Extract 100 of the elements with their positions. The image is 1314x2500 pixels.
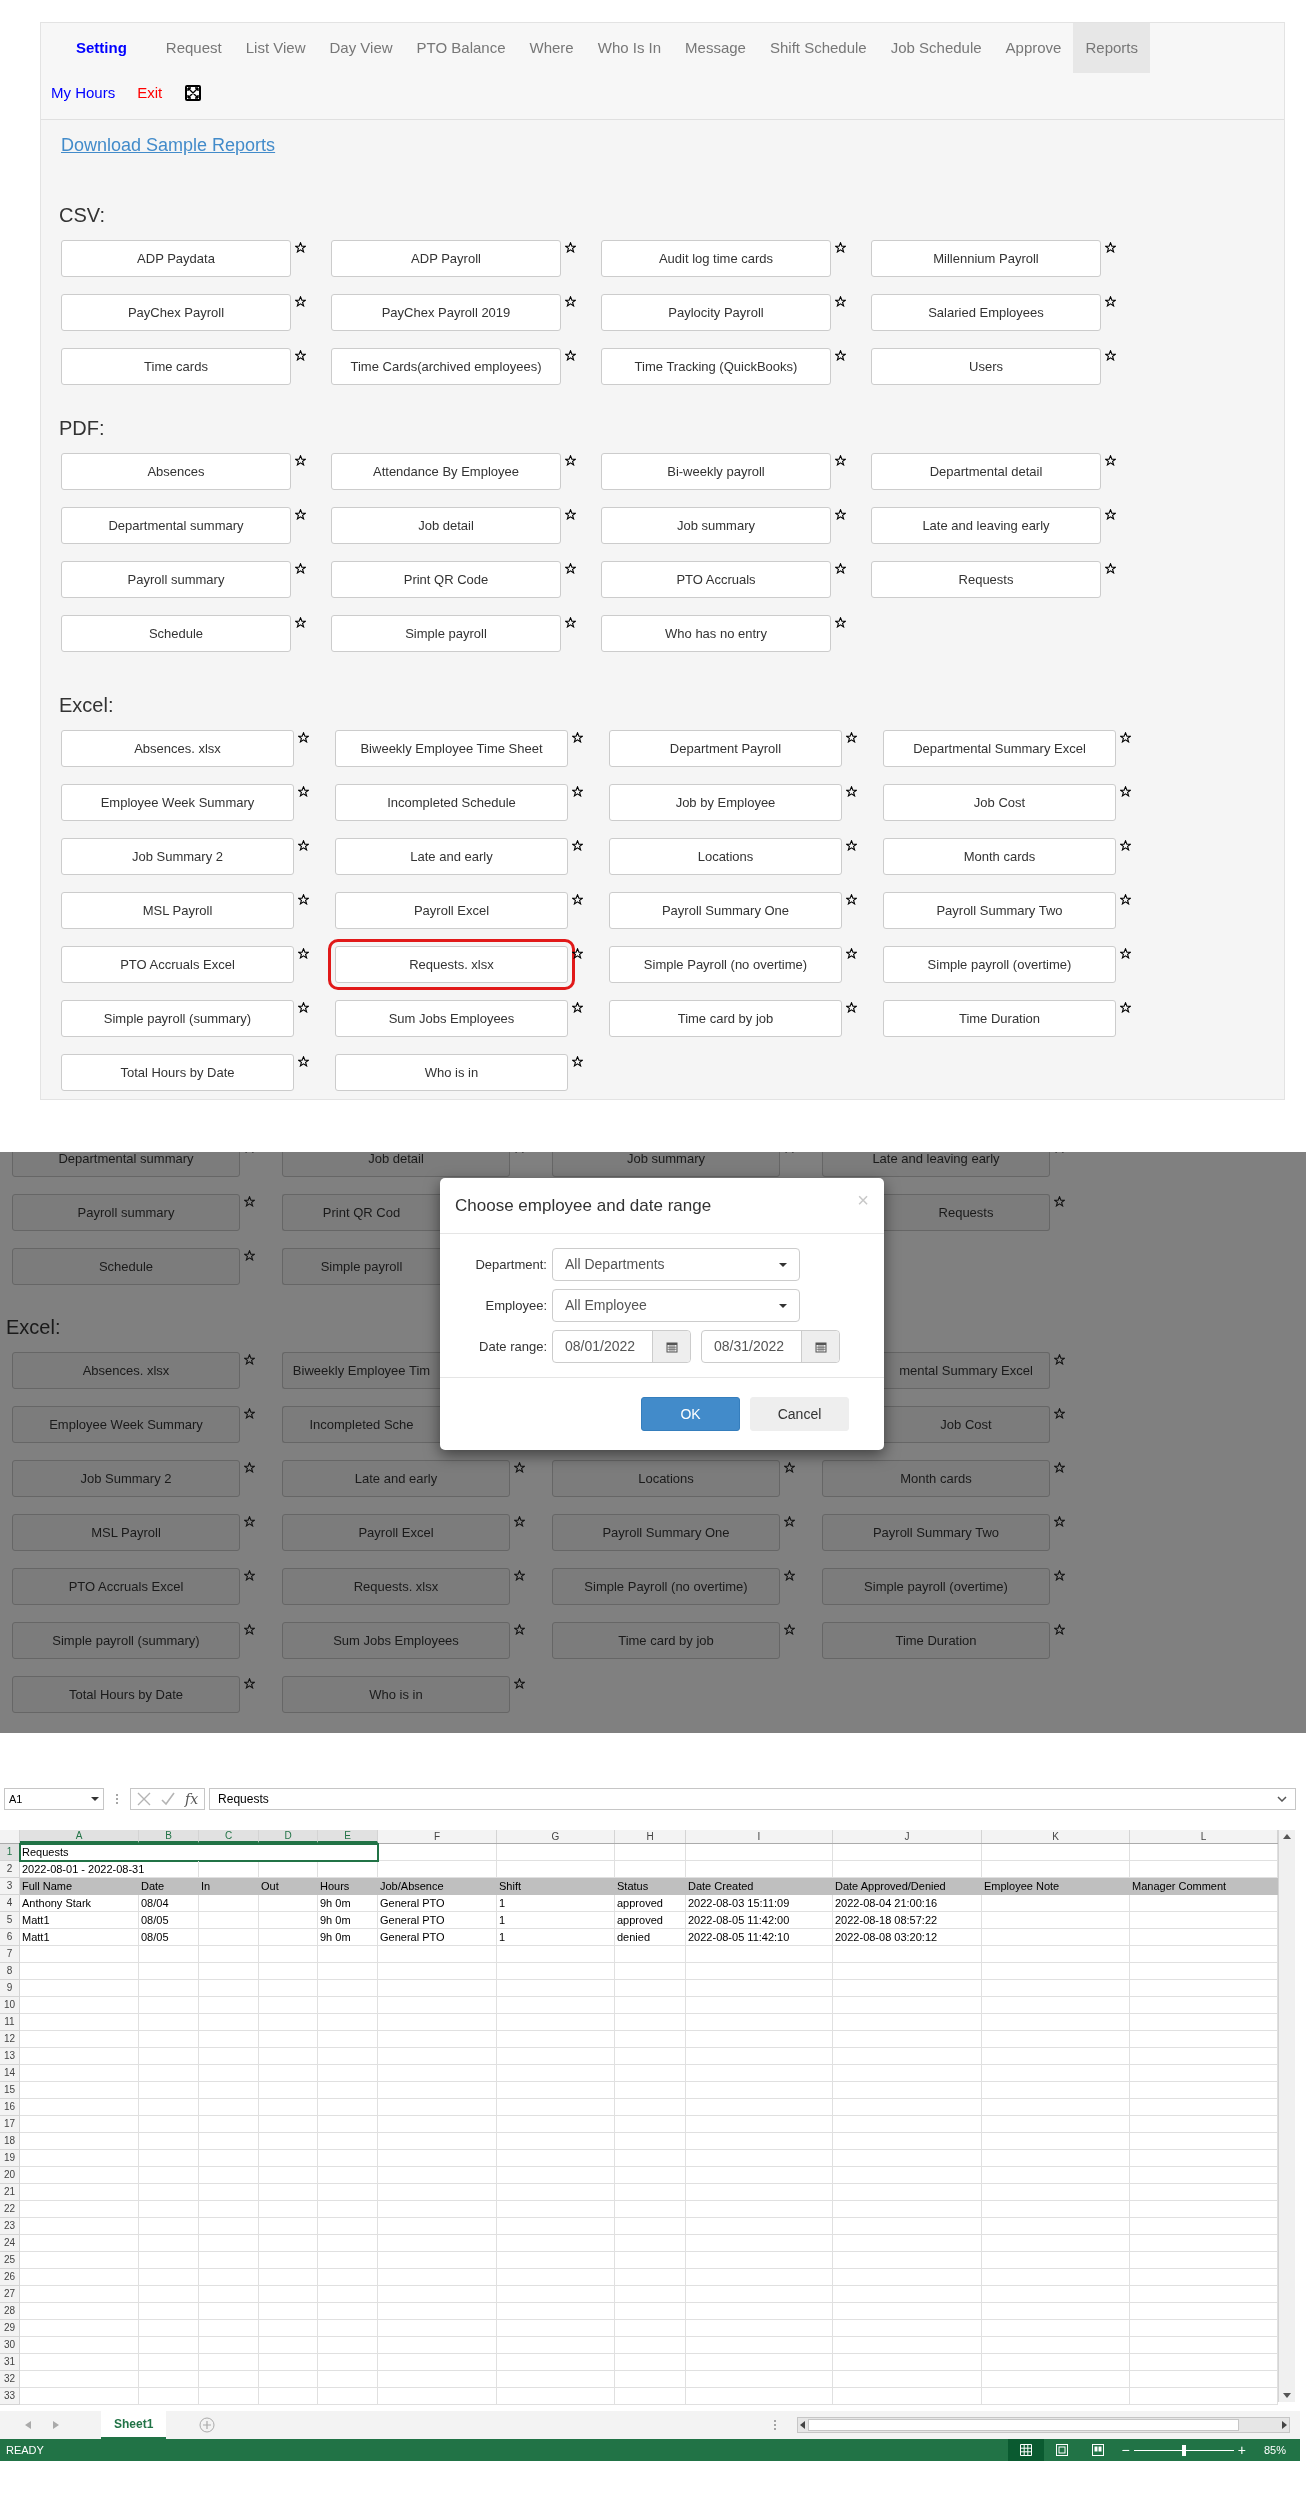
table-cell[interactable] <box>686 2099 833 2116</box>
table-cell[interactable]: 2022-08-18 08:57:22 <box>833 1912 982 1929</box>
table-cell[interactable] <box>615 2031 686 2048</box>
nav-tab[interactable]: Approve <box>993 23 1074 73</box>
column-header[interactable]: G <box>497 1830 615 1843</box>
report-button[interactable]: Payroll Excel <box>282 1514 510 1551</box>
table-cell[interactable] <box>378 2354 497 2371</box>
table-cell[interactable] <box>982 2269 1130 2286</box>
table-cell[interactable] <box>497 1980 615 1997</box>
table-cell[interactable] <box>615 2082 686 2099</box>
table-cell[interactable] <box>833 2184 982 2201</box>
table-cell[interactable] <box>497 2235 615 2252</box>
table-cell[interactable] <box>139 2167 199 2184</box>
table-cell[interactable] <box>20 2252 139 2269</box>
table-cell[interactable] <box>139 2150 199 2167</box>
table-cell[interactable] <box>1130 1912 1278 1929</box>
table-cell[interactable] <box>615 2388 686 2405</box>
table-cell[interactable] <box>318 1980 378 1997</box>
report-button[interactable]: Biweekly Employee Tim <box>282 1352 440 1389</box>
report-button[interactable]: Simple payroll (overtime) <box>822 1568 1050 1605</box>
table-cell[interactable] <box>1130 2167 1278 2184</box>
report-button[interactable]: Job summary <box>601 507 831 544</box>
table-cell[interactable] <box>139 2218 199 2235</box>
table-cell[interactable] <box>982 2082 1130 2099</box>
table-cell[interactable] <box>833 2201 982 2218</box>
row-header[interactable]: 13 <box>0 2048 20 2065</box>
table-cell[interactable] <box>686 2065 833 2082</box>
table-cell[interactable] <box>1130 2269 1278 2286</box>
table-cell[interactable] <box>1130 2014 1278 2031</box>
report-button[interactable]: Payroll summary <box>12 1194 240 1231</box>
table-cell[interactable] <box>1130 2371 1278 2388</box>
table-cell[interactable] <box>20 2167 139 2184</box>
table-cell[interactable] <box>615 1997 686 2014</box>
table-cell[interactable] <box>615 1980 686 1997</box>
table-cell[interactable] <box>982 2048 1130 2065</box>
table-cell[interactable] <box>1130 2065 1278 2082</box>
table-cell[interactable] <box>686 2320 833 2337</box>
report-button[interactable]: Payroll Excel <box>335 892 568 929</box>
table-cell[interactable] <box>20 2065 139 2082</box>
table-cell[interactable] <box>982 2065 1130 2082</box>
table-cell[interactable] <box>615 2337 686 2354</box>
table-cell[interactable] <box>982 2235 1130 2252</box>
report-button[interactable]: Absences. xlsx <box>12 1352 240 1389</box>
column-heading-cell[interactable]: Hours <box>318 1878 378 1895</box>
table-cell[interactable] <box>1130 1946 1278 1963</box>
table-cell[interactable] <box>139 2388 199 2405</box>
table-cell[interactable] <box>833 2082 982 2099</box>
table-cell[interactable] <box>20 2388 139 2405</box>
table-cell[interactable] <box>497 2167 615 2184</box>
table-cell[interactable] <box>378 2048 497 2065</box>
table-cell[interactable] <box>378 2320 497 2337</box>
row-header[interactable]: 7 <box>0 1946 20 1963</box>
table-cell[interactable] <box>833 2133 982 2150</box>
row-header[interactable]: 10 <box>0 1997 20 2014</box>
report-button[interactable]: Late and early <box>335 838 568 875</box>
row-header[interactable]: 31 <box>0 2354 20 2371</box>
report-button[interactable]: Audit log time cards <box>601 240 831 277</box>
table-cell[interactable]: 2022-08-08 03:20:12 <box>833 1929 982 1946</box>
table-cell[interactable] <box>833 1844 982 1861</box>
function-button[interactable]: fx <box>185 1788 199 1810</box>
column-heading-cell[interactable]: Shift <box>497 1878 615 1895</box>
table-cell[interactable] <box>20 2048 139 2065</box>
report-button[interactable]: Simple payroll (summary) <box>61 1000 294 1037</box>
table-cell[interactable] <box>615 2252 686 2269</box>
table-cell[interactable] <box>1130 2082 1278 2099</box>
table-cell[interactable] <box>259 1929 318 1946</box>
table-cell[interactable]: 08/04 <box>139 1895 199 1912</box>
nav-tab[interactable]: Who Is In <box>585 23 674 73</box>
table-cell[interactable] <box>1130 1844 1278 1861</box>
table-cell[interactable] <box>20 1997 139 2014</box>
table-cell[interactable] <box>615 2201 686 2218</box>
table-cell[interactable] <box>615 2235 686 2252</box>
report-button[interactable]: Payroll Summary One <box>609 892 842 929</box>
report-button[interactable]: Job detail <box>331 507 561 544</box>
report-button[interactable]: Sum Jobs Employees <box>282 1622 510 1659</box>
report-button[interactable]: Total Hours by Date <box>61 1054 294 1091</box>
table-cell[interactable] <box>378 2286 497 2303</box>
table-cell[interactable] <box>139 2116 199 2133</box>
table-cell[interactable] <box>20 2354 139 2371</box>
table-cell[interactable] <box>615 2150 686 2167</box>
table-cell[interactable] <box>1130 2337 1278 2354</box>
table-cell[interactable] <box>497 2354 615 2371</box>
sheet-tab[interactable]: Sheet1 <box>101 2411 167 2439</box>
row-header[interactable]: 25 <box>0 2252 20 2269</box>
table-cell[interactable] <box>139 2014 199 2031</box>
table-cell[interactable] <box>199 2371 259 2388</box>
report-button[interactable]: Late and early <box>282 1460 510 1497</box>
name-box[interactable]: A1 <box>4 1788 104 1810</box>
table-cell[interactable] <box>1130 2099 1278 2116</box>
table-cell[interactable] <box>139 1963 199 1980</box>
table-cell[interactable] <box>259 2150 318 2167</box>
table-cell[interactable] <box>199 2167 259 2184</box>
table-cell[interactable] <box>259 1963 318 1980</box>
table-cell[interactable] <box>833 2150 982 2167</box>
report-button[interactable]: Sum Jobs Employees <box>335 1000 568 1037</box>
table-cell[interactable] <box>497 2337 615 2354</box>
table-cell[interactable] <box>1130 2303 1278 2320</box>
dropdown[interactable]: All Employee <box>552 1289 800 1322</box>
table-cell[interactable] <box>982 2320 1130 2337</box>
table-cell[interactable]: approved <box>615 1912 686 1929</box>
